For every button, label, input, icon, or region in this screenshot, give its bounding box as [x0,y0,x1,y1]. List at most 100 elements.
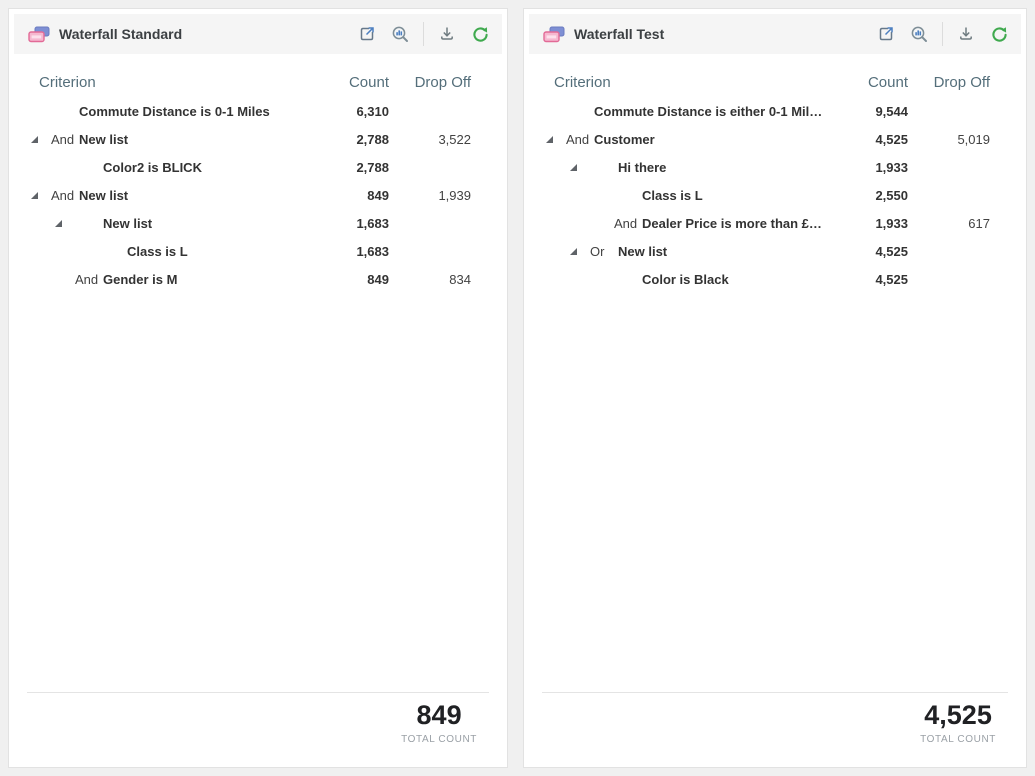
count-value: 2,550 [828,188,908,203]
criteria-row: Commute Distance is 0-1 Miles 6,310 [9,97,507,125]
total-count-value: 849 [401,701,477,731]
expand-slot [570,164,590,171]
criteria-row: Hi there 1,933 [524,153,1026,181]
expand-slot [31,192,51,199]
count-value: 6,310 [309,104,389,119]
criterion-cell: New list [9,216,309,231]
waterfall-widget-icon [543,26,565,43]
collapse-triangle-icon[interactable] [570,164,577,171]
collapse-triangle-icon[interactable] [570,248,577,255]
criterion-label: Commute Distance is either 0-1 Miles or… [594,104,828,119]
column-header-criterion: Criterion [524,74,828,91]
collapse-triangle-icon[interactable] [546,136,553,143]
criterion-cell: AndGender is M [9,272,309,287]
grid-header-row: Criterion Count Drop Off [524,67,1026,97]
column-header-dropoff: Drop Off [908,74,990,91]
criterion-label: Dealer Price is more than £100.00 [642,216,828,231]
download-icon[interactable] [437,24,457,44]
count-value: 1,683 [309,216,389,231]
count-value: 4,525 [828,244,908,259]
criterion-cell: Class is L [9,244,309,259]
criterion-label: New list [618,244,667,259]
criterion-cell: AndDealer Price is more than £100.00 [524,216,828,231]
count-value: 9,544 [828,104,908,119]
collapse-triangle-icon[interactable] [55,220,62,227]
operator-label: And [566,132,594,147]
widget-header: Waterfall Test [529,14,1021,54]
dropoff-value: 5,019 [908,132,990,147]
criteria-row: Class is L 2,550 [524,181,1026,209]
dropoff-value: 3,522 [389,132,471,147]
expand-slot [570,248,590,255]
grid-rows: Commute Distance is either 0-1 Miles or…… [524,97,1026,293]
criterion-label: Class is L [127,244,188,259]
dropoff-value: 834 [389,272,471,287]
toolbar-divider [423,22,424,46]
criteria-row: New list 1,683 [9,209,507,237]
criteria-row: Color2 is BLICK 2,788 [9,153,507,181]
widget-toolbar [344,22,490,46]
criterion-cell: Commute Distance is 0-1 Miles [9,104,309,119]
explore-data-icon[interactable] [390,24,410,44]
criterion-label: Color is Black [642,272,729,287]
toolbar-divider [942,22,943,46]
criterion-cell: AndNew list [9,132,309,147]
column-header-count: Count [309,74,389,91]
total-count-label: TOTAL COUNT [920,734,996,745]
total-count-label: TOTAL COUNT [401,734,477,745]
widget-footer: 4,525 TOTAL COUNT [524,692,1026,767]
count-value: 849 [309,272,389,287]
operator-label: And [51,188,79,203]
count-value: 849 [309,188,389,203]
criterion-label: Color2 is BLICK [103,160,202,175]
criterion-label: Customer [594,132,655,147]
criterion-label: Commute Distance is 0-1 Miles [79,104,270,119]
download-icon[interactable] [956,24,976,44]
criterion-label: New list [103,216,152,231]
collapse-triangle-icon[interactable] [31,192,38,199]
refresh-icon[interactable] [989,24,1009,44]
count-value: 2,788 [309,132,389,147]
criterion-cell: OrNew list [524,244,828,259]
column-header-count: Count [828,74,908,91]
operator-label: And [51,132,79,147]
criteria-row: Class is L 1,683 [9,237,507,265]
total-count-value: 4,525 [920,701,996,731]
criterion-cell: Color2 is BLICK [9,160,309,175]
dropoff-value: 617 [908,216,990,231]
count-value: 2,788 [309,160,389,175]
expand-slot [546,136,566,143]
criterion-cell: Commute Distance is either 0-1 Miles or… [524,104,828,119]
collapse-triangle-icon[interactable] [31,136,38,143]
criteria-grid: Criterion Count Drop Off Commute Distanc… [9,59,507,293]
criterion-cell: AndNew list [9,188,309,203]
criteria-row: AndNew list8491,939 [9,181,507,209]
operator-label: And [614,216,642,231]
count-value: 1,933 [828,160,908,175]
column-header-dropoff: Drop Off [389,74,471,91]
grid-header-row: Criterion Count Drop Off [9,67,507,97]
criterion-cell: Hi there [524,160,828,175]
widget-header: Waterfall Standard [14,14,502,54]
criteria-row: Color is Black4,525 [524,265,1026,293]
expand-slot [55,220,75,227]
open-in-new-window-icon[interactable] [357,24,377,44]
count-value: 1,933 [828,216,908,231]
waterfall-widget-standard: Waterfall Standard [8,8,508,768]
widget-title: Waterfall Test [574,26,664,42]
criterion-label: New list [79,188,128,203]
count-value: 1,683 [309,244,389,259]
criteria-row: AndGender is M849834 [9,265,507,293]
criterion-label: Hi there [618,160,666,175]
criteria-row: AndNew list2,7883,522 [9,125,507,153]
criteria-row: AndDealer Price is more than £100.001,93… [524,209,1026,237]
widget-footer: 849 TOTAL COUNT [9,692,507,767]
refresh-icon[interactable] [470,24,490,44]
waterfall-widget-icon [28,26,50,43]
criterion-label: Gender is M [103,272,177,287]
widget-title: Waterfall Standard [59,26,182,42]
open-in-new-window-icon[interactable] [876,24,896,44]
criterion-label: Class is L [642,188,703,203]
explore-data-icon[interactable] [909,24,929,44]
dropoff-value: 1,939 [389,188,471,203]
